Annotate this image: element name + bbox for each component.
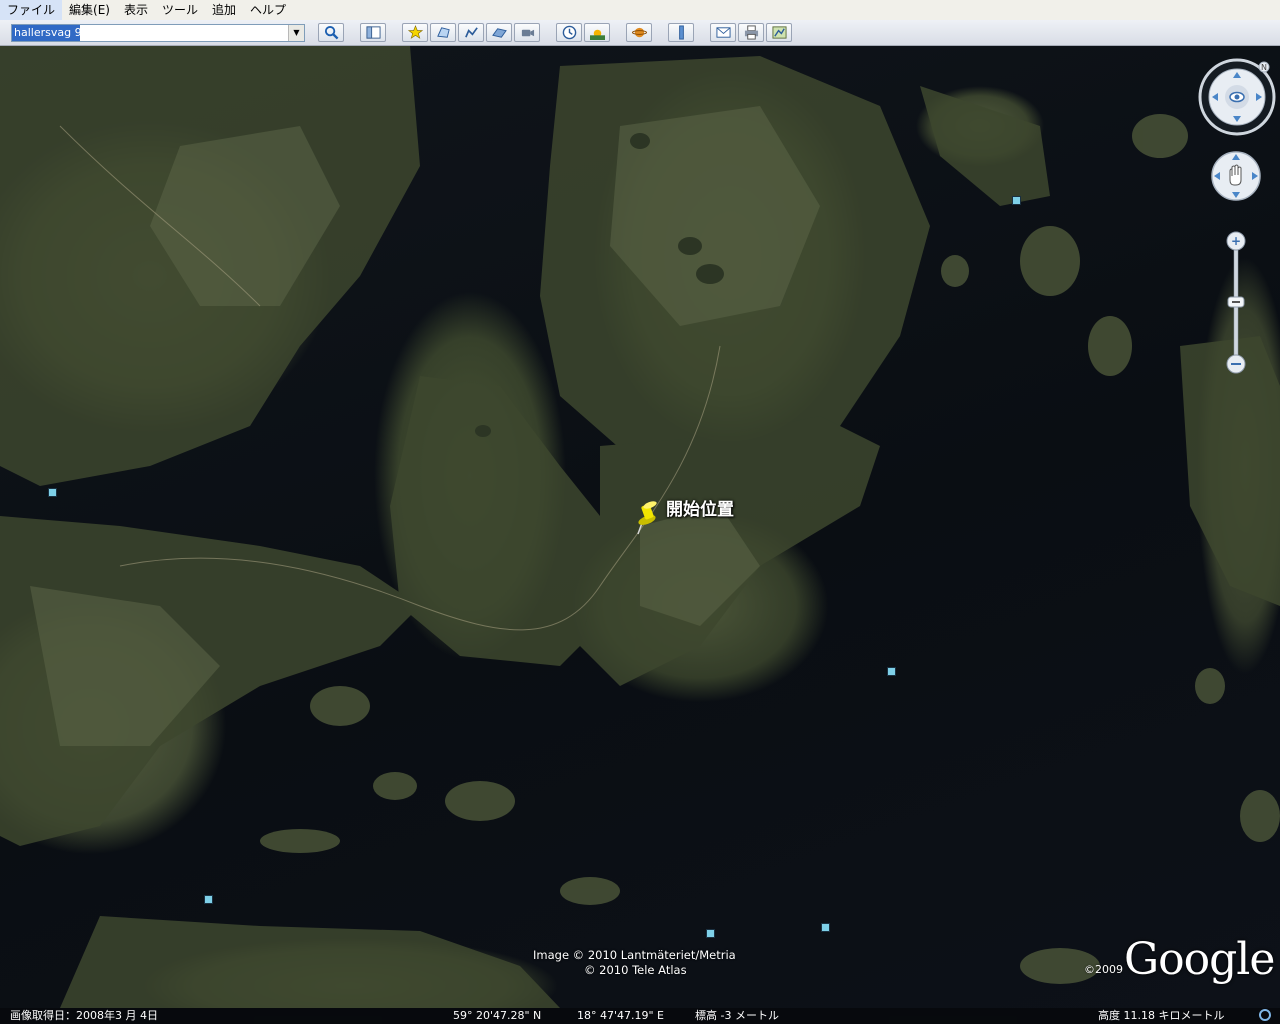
- map-marker[interactable]: [821, 923, 830, 932]
- eye-altitude-readout: 高度 11.18 キロメートル: [1098, 1009, 1225, 1022]
- longitude-readout: 18° 47'47.19" E: [577, 1009, 665, 1022]
- map-marker[interactable]: [48, 488, 57, 497]
- menu-view[interactable]: 表示: [117, 0, 155, 20]
- sidebar-icon: [365, 26, 381, 39]
- sidebar-button[interactable]: [360, 23, 386, 42]
- email-icon: [715, 27, 731, 38]
- placemark-label[interactable]: 開始位置: [666, 495, 734, 520]
- path-icon: [464, 27, 478, 38]
- view-in-maps-button[interactable]: [766, 23, 792, 42]
- search-icon: [324, 25, 338, 40]
- sunlight-button[interactable]: [584, 23, 610, 42]
- add-image-overlay-button[interactable]: [486, 23, 512, 42]
- menu-edit[interactable]: 編集(E): [62, 0, 117, 20]
- attribution-line1: Image © 2010 Lantmäteriet/Metria: [533, 948, 736, 962]
- zoom-slider[interactable]: +: [1225, 230, 1247, 378]
- add-path-button[interactable]: [458, 23, 484, 42]
- latitude-readout: 59° 20'47.28" N: [453, 1009, 542, 1022]
- streaming-status-icon: [1259, 1009, 1271, 1021]
- svg-text:+: +: [1231, 234, 1241, 248]
- map-marker[interactable]: [887, 667, 896, 676]
- look-around-control[interactable]: N: [1198, 58, 1276, 136]
- ruler-button[interactable]: [668, 23, 694, 42]
- google-logo: Google: [1124, 934, 1275, 985]
- image-overlay-icon: [491, 28, 507, 38]
- add-placemark-button[interactable]: [402, 23, 428, 42]
- menu-tools[interactable]: ツール: [155, 0, 205, 20]
- menu-bar: ファイル 編集(E) 表示 ツール 追加 ヘルプ: [0, 0, 1280, 20]
- map-marker[interactable]: [1012, 196, 1021, 205]
- menu-file[interactable]: ファイル: [0, 0, 63, 20]
- search-combobox[interactable]: ▼: [11, 23, 305, 42]
- svg-text:N: N: [1261, 63, 1267, 72]
- planets-button[interactable]: [626, 23, 652, 42]
- pushpin-icon[interactable]: [632, 499, 662, 535]
- historical-imagery-icon: [562, 25, 576, 40]
- map-marker[interactable]: [204, 895, 213, 904]
- map-view[interactable]: 開始位置 N + Image © 2010 Lantmäteriet/Metri…: [0, 46, 1280, 1008]
- placemark-icon: [407, 25, 423, 39]
- map-marker[interactable]: [706, 929, 715, 938]
- search-input[interactable]: [12, 24, 288, 41]
- chevron-down-icon[interactable]: ▼: [288, 24, 304, 41]
- email-button[interactable]: [710, 23, 736, 42]
- menu-help[interactable]: ヘルプ: [243, 0, 293, 20]
- print-icon: [744, 25, 758, 40]
- menu-add[interactable]: 追加: [205, 0, 243, 20]
- polygon-icon: [436, 27, 450, 38]
- toolbar: ▼: [0, 20, 1280, 46]
- record-tour-button[interactable]: [514, 23, 540, 42]
- attribution-line2: © 2010 Tele Atlas: [584, 963, 687, 977]
- copyright-year: ©2009: [1084, 963, 1123, 976]
- sunlight-icon: [589, 29, 605, 40]
- add-polygon-button[interactable]: [430, 23, 456, 42]
- imagery-date: 画像取得日：2008年3 月 4日: [10, 1009, 158, 1022]
- ruler-icon: [678, 25, 684, 40]
- record-tour-icon: [521, 29, 534, 37]
- historical-imagery-button[interactable]: [556, 23, 582, 42]
- status-bar: 画像取得日：2008年3 月 4日 59° 20'47.28" N 18° 47…: [0, 1008, 1280, 1024]
- planets-icon: [631, 27, 647, 38]
- elevation-readout: 標高 -3 メートル: [695, 1009, 779, 1022]
- view-in-maps-icon: [771, 26, 787, 39]
- search-button[interactable]: [318, 23, 344, 42]
- move-control[interactable]: [1210, 150, 1262, 202]
- print-button[interactable]: [738, 23, 764, 42]
- imagery-attribution: Image © 2010 Lantmäteriet/Metria © 2010 …: [533, 948, 736, 978]
